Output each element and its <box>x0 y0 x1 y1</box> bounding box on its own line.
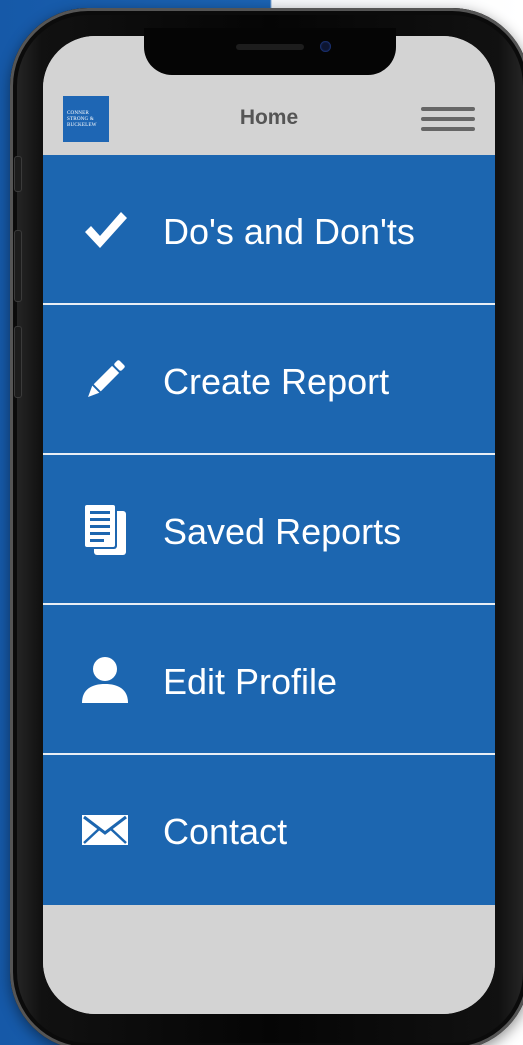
silent-switch <box>14 156 22 192</box>
checkmark-icon <box>79 205 131 255</box>
menu-item-create-report[interactable]: Create Report <box>43 305 495 455</box>
menu-item-edit-profile[interactable]: Edit Profile <box>43 605 495 755</box>
logo-line: BUCKELEW <box>67 122 97 128</box>
speaker-grille <box>236 44 304 50</box>
envelope-icon <box>79 805 131 855</box>
page-title: Home <box>239 106 299 129</box>
menu-item-label: Do's and Don'ts <box>163 211 415 252</box>
front-camera <box>320 41 331 52</box>
bottom-area <box>43 913 495 1014</box>
main-menu: Do's and Don'ts Create Report Saved Repo… <box>43 155 495 905</box>
menu-item-label: Saved Reports <box>163 511 402 552</box>
menu-item-dos-and-donts[interactable]: Do's and Don'ts <box>43 155 495 305</box>
app-screen: CONNER STRONG & BUCKELEW Home Do's and D… <box>43 36 495 1014</box>
volume-down-button <box>14 326 22 398</box>
volume-up-button <box>14 230 22 302</box>
hamburger-menu-button[interactable] <box>421 107 475 135</box>
pencil-icon <box>79 355 131 405</box>
hamburger-bar <box>421 107 475 111</box>
menu-item-label: Contact <box>163 811 288 852</box>
menu-item-saved-reports[interactable]: Saved Reports <box>43 455 495 605</box>
documents-icon <box>79 503 131 555</box>
user-icon <box>79 655 131 705</box>
menu-item-label: Create Report <box>163 361 390 402</box>
hamburger-bar <box>421 117 475 121</box>
company-logo[interactable]: CONNER STRONG & BUCKELEW <box>63 96 109 142</box>
menu-item-label: Edit Profile <box>163 661 338 702</box>
phone-notch <box>144 28 396 75</box>
menu-item-contact[interactable]: Contact <box>43 755 495 905</box>
hamburger-bar <box>421 127 475 131</box>
